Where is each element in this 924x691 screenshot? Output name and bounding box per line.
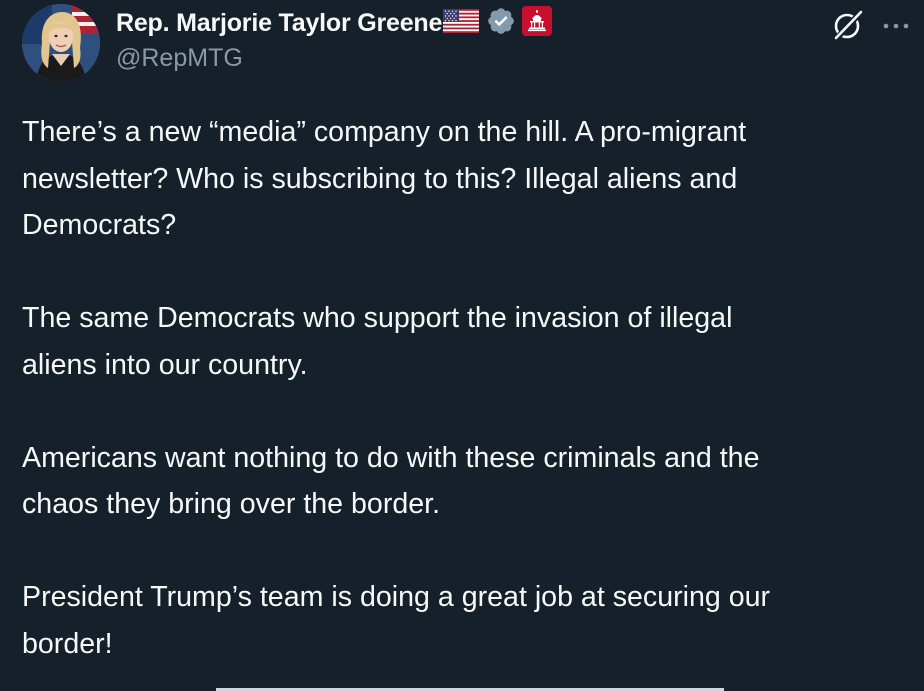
more-options-icon[interactable] <box>882 18 912 36</box>
author-display-name[interactable]: Rep. Marjorie Taylor Greene <box>116 9 442 38</box>
verified-badge-icon[interactable] <box>486 6 516 41</box>
tweet-card: Rep. Marjorie Taylor Greene @RepMTG Ther… <box>0 0 924 691</box>
tweet-text-line: Democrats? <box>22 209 177 241</box>
tweet-text-line: There’s a new “media” company on the hil… <box>22 116 747 148</box>
tweet-text: There’s a new “media” company on the hil… <box>22 109 902 667</box>
profile-photo <box>22 4 100 82</box>
us-house-affiliation-icon[interactable] <box>522 5 553 41</box>
avatar[interactable] <box>22 4 100 82</box>
tweet-text-line: President Trump’s team is doing a great … <box>22 581 771 613</box>
us-flag-icon <box>443 8 480 38</box>
tweet-text-line: border! <box>22 627 113 660</box>
tweet-text-line: Americans want nothing to do with these … <box>22 441 760 474</box>
tweet-text-line: aliens into our country. <box>22 348 308 381</box>
author-name-row: Rep. Marjorie Taylor Greene <box>116 5 553 41</box>
tweet-text-line: The same Democrats who support the invas… <box>22 302 733 334</box>
tweet-text-line: chaos they bring over the border. <box>22 488 441 520</box>
author-handle[interactable]: @RepMTG <box>116 44 243 73</box>
tweet-text-line: newsletter? Who is subscribing to this? … <box>22 162 738 195</box>
grok-icon[interactable] <box>831 8 865 47</box>
